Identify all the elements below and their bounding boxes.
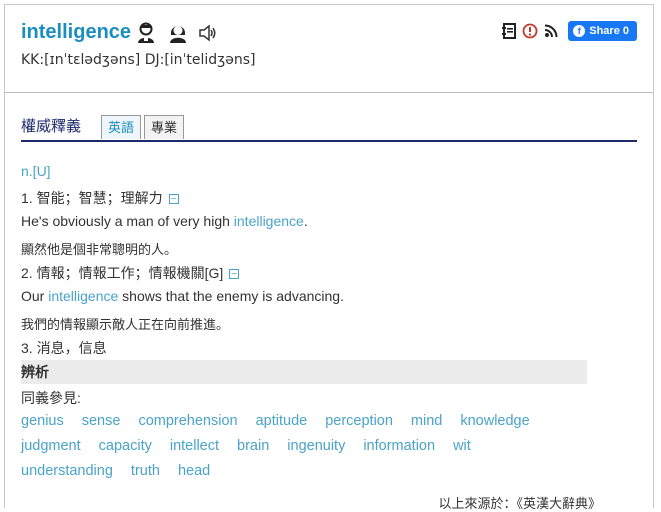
example-2-pre: Our bbox=[21, 288, 49, 304]
example-1-pre: He's obviously a man of very high bbox=[21, 213, 234, 229]
example-2: Our intelligence shows that the enemy is… bbox=[21, 288, 344, 304]
example-1: He's obviously a man of very high intell… bbox=[21, 213, 308, 229]
synonym-row-1: genius sense comprehension aptitude perc… bbox=[21, 413, 530, 429]
synonym-link[interactable]: perception bbox=[325, 413, 393, 429]
synonym-link[interactable]: sense bbox=[82, 413, 121, 429]
synonym-row-2: judgment capacity intellect brain ingenu… bbox=[21, 438, 471, 454]
example-1-keyword: intelligence bbox=[233, 213, 304, 229]
translation-2: 我們的情報顯示敵人正在向前推進。 bbox=[21, 317, 230, 332]
synonym-link[interactable]: comprehension bbox=[138, 413, 237, 429]
analysis-heading: 辨析 bbox=[21, 360, 587, 384]
source-attribution: 以上來源於：《英漢大辭典》 bbox=[438, 496, 601, 511]
female-voice-icon[interactable] bbox=[167, 21, 189, 45]
translation-1: 顯然他是個非常聰明的人。 bbox=[21, 242, 178, 257]
example-2-post: shows that the enemy is advancing. bbox=[118, 288, 344, 304]
synonym-link[interactable]: capacity bbox=[99, 438, 152, 454]
tab-professional[interactable]: 專業 bbox=[144, 115, 185, 139]
tab-english[interactable]: 英語 bbox=[101, 115, 142, 139]
share-label: Share 0 bbox=[589, 25, 629, 37]
synonym-link[interactable]: aptitude bbox=[256, 413, 308, 429]
synonym-link[interactable]: brain bbox=[237, 438, 269, 454]
synonym-link[interactable]: head bbox=[178, 463, 210, 479]
synonym-link[interactable]: mind bbox=[411, 413, 442, 429]
speaker-icon[interactable] bbox=[197, 21, 219, 45]
synonym-link[interactable]: information bbox=[363, 438, 435, 454]
sense-1-label: 1. 智能；智慧；理解力 bbox=[21, 190, 163, 206]
notebook-icon[interactable] bbox=[501, 23, 517, 39]
sense-1: 1. 智能；智慧；理解力 − bbox=[21, 188, 179, 208]
synonym-row-3: understanding truth head bbox=[21, 463, 210, 479]
header-toolbar: f Share 0 bbox=[501, 21, 637, 41]
collapse-toggle-icon[interactable]: − bbox=[168, 194, 179, 205]
phonetic-text: KK:[ɪnˈtɛlədʒəns] DJ:[inˈtelidʒəns] bbox=[21, 52, 256, 68]
part-of-speech: n.[U] bbox=[21, 163, 51, 179]
rss-icon[interactable] bbox=[543, 23, 559, 39]
dictionary-panel: intelligence KK:[ɪnˈtɛlədʒəns] DJ:[inˈte… bbox=[4, 4, 654, 511]
word-header: intelligence KK:[ɪnˈtɛlədʒəns] DJ:[inˈte… bbox=[5, 5, 653, 93]
facebook-share-button[interactable]: f Share 0 bbox=[568, 21, 637, 41]
synonyms-label: 同義參見: bbox=[21, 390, 81, 406]
example-1-post: . bbox=[303, 213, 308, 229]
synonym-link[interactable]: intellect bbox=[170, 438, 219, 454]
synonym-link[interactable]: understanding bbox=[21, 463, 113, 479]
example-2-keyword: intelligence bbox=[48, 288, 119, 304]
sense-2: 2. 情報；情報工作；情報機關[G] − bbox=[21, 263, 240, 283]
synonym-link[interactable]: ingenuity bbox=[287, 438, 345, 454]
male-voice-icon[interactable] bbox=[135, 21, 157, 45]
synonym-link[interactable]: judgment bbox=[21, 438, 81, 454]
synonym-link[interactable]: truth bbox=[131, 463, 160, 479]
definition-tabs: 權威釋義 英語 專業 bbox=[21, 113, 637, 142]
collapse-toggle-icon[interactable]: − bbox=[229, 269, 240, 280]
facebook-icon: f bbox=[573, 25, 586, 37]
synonym-link[interactable]: wit bbox=[453, 438, 471, 454]
report-icon[interactable] bbox=[522, 23, 538, 39]
tabs-title: 權威釋義 bbox=[21, 118, 82, 135]
sense-3-label: 3. 消息，信息 bbox=[21, 340, 107, 356]
headword: intelligence bbox=[21, 21, 132, 43]
synonym-link[interactable]: genius bbox=[21, 413, 64, 429]
synonym-link[interactable]: knowledge bbox=[460, 413, 529, 429]
sense-2-label: 2. 情報；情報工作；情報機關[G] bbox=[21, 265, 224, 281]
